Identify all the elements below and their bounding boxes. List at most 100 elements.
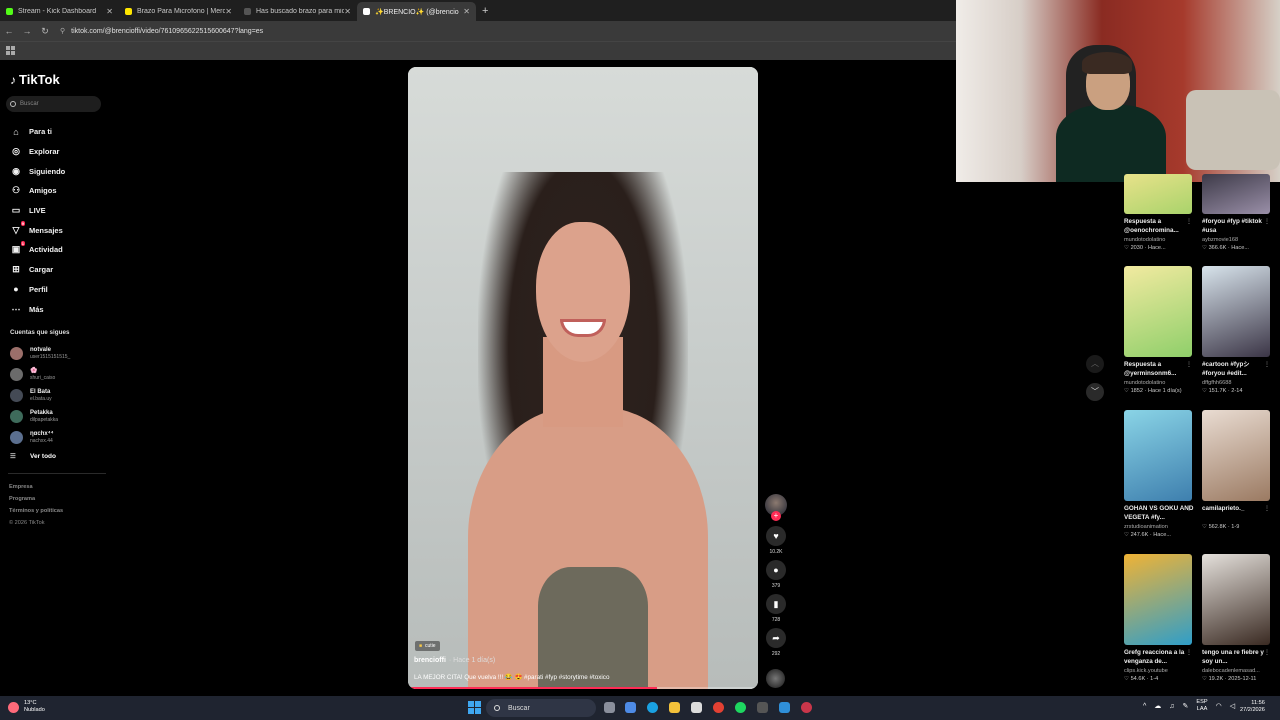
browser-tab[interactable]: Has buscado brazo para microf ✕ bbox=[238, 2, 357, 21]
site-info-icon[interactable]: ⚲ bbox=[60, 27, 65, 35]
nav-item[interactable]: ⊞ Cargar bbox=[10, 260, 65, 280]
following-account[interactable]: El Bata el.bata.uy bbox=[10, 385, 70, 406]
comment-button[interactable]: ● 379 bbox=[764, 560, 788, 591]
nav-label: Perfil bbox=[29, 284, 48, 294]
recommended-video-card[interactable]: #cartoon #fypシ #foryou #edit... dffgfhh66… bbox=[1202, 266, 1272, 394]
video-thumbnail[interactable] bbox=[1124, 174, 1192, 214]
weather-widget[interactable]: 13°C Nublado bbox=[8, 700, 45, 714]
windows-start-icon[interactable] bbox=[468, 701, 481, 714]
video-thumbnail[interactable] bbox=[1202, 174, 1270, 214]
like-button[interactable]: ♥ 10.2K bbox=[764, 526, 788, 557]
video-progress-bar[interactable] bbox=[408, 687, 758, 689]
search-icon bbox=[494, 705, 500, 711]
chevron-up-icon[interactable]: ^ bbox=[1143, 703, 1146, 710]
recommended-video-card[interactable]: GOHAN VS GOKU AND VEGETA #fy... zrstudioa… bbox=[1124, 410, 1194, 538]
footer-link-terminos[interactable]: Términos y políticas bbox=[9, 505, 63, 517]
more-options-icon[interactable]: ⋮ bbox=[1264, 649, 1270, 656]
recommended-video-card[interactable]: camilaprieto._ ♡ 562.8K · 1-9 ⋮ bbox=[1202, 410, 1272, 530]
url-field[interactable]: ⚲ tiktok.com/@brencioffi/video/761096562… bbox=[60, 27, 263, 36]
footer-link-programa[interactable]: Programa bbox=[9, 493, 63, 505]
wifi-icon[interactable]: ◠ bbox=[1216, 702, 1222, 710]
recommended-video-card[interactable]: Respuesta a @yerminsonm6... mundotodolati… bbox=[1124, 266, 1194, 394]
see-all-button[interactable]: ☰ Ver todo bbox=[10, 452, 56, 461]
search-input[interactable]: Buscar bbox=[6, 96, 101, 112]
windows-taskbar: 13°C Nublado Buscar ^ ☁ ♫ ✎ ESP LAA ◠ ◁ … bbox=[0, 696, 1280, 720]
close-icon[interactable]: ✕ bbox=[225, 7, 232, 16]
video-thumbnail[interactable] bbox=[1202, 554, 1270, 645]
file-explorer-icon[interactable] bbox=[669, 702, 680, 713]
recommended-video-card[interactable]: #foryou #fyp #tiktok #usa aybzmovie168 ♡ 3… bbox=[1202, 174, 1272, 251]
reload-icon[interactable]: ↻ bbox=[36, 26, 54, 37]
store-icon[interactable] bbox=[691, 702, 702, 713]
chrome-icon[interactable] bbox=[713, 702, 724, 713]
video-thumbnail[interactable] bbox=[1202, 266, 1270, 357]
more-options-icon[interactable]: ⋮ bbox=[1186, 649, 1192, 656]
music-disc-icon[interactable] bbox=[766, 669, 785, 688]
next-video-button[interactable]: ﹀ bbox=[1086, 383, 1104, 401]
following-account[interactable]: ηαchx⁴⁴ nachxx.44 bbox=[10, 427, 70, 448]
nav-item[interactable]: ▭ LIVE bbox=[10, 201, 65, 221]
pen-icon[interactable]: ✎ bbox=[1183, 702, 1189, 710]
more-options-icon[interactable]: ⋮ bbox=[1264, 505, 1270, 512]
terminal-icon[interactable] bbox=[757, 702, 768, 713]
nav-item[interactable]: ● Perfil bbox=[10, 280, 65, 300]
share-button[interactable]: ➦ 292 bbox=[764, 628, 788, 659]
video-author[interactable]: brencioffi · Hace 1 día(s) bbox=[414, 657, 495, 664]
spotify-icon[interactable] bbox=[735, 702, 746, 713]
browser-tab[interactable]: Stream - Kick Dashboard ✕ bbox=[0, 2, 119, 21]
follow-plus-icon[interactable]: + bbox=[771, 511, 781, 521]
forward-icon[interactable]: → bbox=[18, 26, 36, 36]
author-avatar[interactable]: + bbox=[765, 494, 787, 521]
more-options-icon[interactable]: ⋮ bbox=[1264, 218, 1270, 225]
taskbar-search[interactable]: Buscar bbox=[486, 699, 596, 717]
network-icon[interactable]: ☁ bbox=[1154, 702, 1161, 710]
following-account[interactable]: 🌸 shuri_caiso bbox=[10, 364, 70, 385]
following-account[interactable]: Petakka dilpapetakka bbox=[10, 406, 70, 427]
app-icon[interactable] bbox=[779, 702, 790, 713]
language-indicator[interactable]: ESP LAA bbox=[1196, 699, 1207, 713]
following-title: Cuentas que sigues bbox=[10, 329, 70, 336]
edge-icon[interactable] bbox=[647, 702, 658, 713]
close-icon[interactable]: ✕ bbox=[106, 7, 113, 16]
footer-link-empresa[interactable]: Empresa bbox=[9, 481, 63, 493]
following-account[interactable]: notvale user1515151515_ bbox=[10, 343, 70, 364]
save-button[interactable]: ▮ 728 bbox=[764, 594, 788, 625]
nav-item[interactable]: ⋯ Más bbox=[10, 299, 65, 319]
volume-icon[interactable]: ◁ bbox=[1230, 702, 1235, 710]
more-options-icon[interactable]: ⋮ bbox=[1186, 218, 1192, 225]
close-icon[interactable]: ✕ bbox=[463, 7, 470, 16]
microphone-icon[interactable]: ♫ bbox=[1169, 703, 1174, 710]
close-icon[interactable]: ✕ bbox=[344, 7, 351, 16]
task-view-icon[interactable] bbox=[604, 702, 615, 713]
avatar bbox=[10, 431, 23, 444]
browser-tab[interactable]: Brazo Para Microfono | Mercad ✕ bbox=[119, 2, 238, 21]
account-username: dilpapetakka bbox=[30, 417, 59, 423]
previous-video-button[interactable]: ︿ bbox=[1086, 355, 1104, 373]
video-tag[interactable]: ■ cutie bbox=[415, 641, 440, 651]
nav-item[interactable]: ⌂ Para ti bbox=[10, 122, 65, 142]
copilot-icon[interactable] bbox=[625, 702, 636, 713]
obs-icon[interactable] bbox=[801, 702, 812, 713]
apps-icon[interactable] bbox=[6, 46, 15, 55]
new-tab-button[interactable]: + bbox=[482, 5, 488, 17]
video-player[interactable]: ■ cutie brencioffi · Hace 1 día(s) LA MEJ… bbox=[408, 67, 758, 689]
nav-item[interactable]: ◎ Explorar bbox=[10, 142, 65, 162]
nav-item[interactable]: ▣ 1 Actividad bbox=[10, 240, 65, 260]
video-thumbnail[interactable] bbox=[1124, 266, 1192, 357]
nav-item[interactable]: ⚇ Amigos bbox=[10, 181, 65, 201]
recommended-video-card[interactable]: tengo una re fiebre y soy un... dalebocad… bbox=[1202, 554, 1272, 682]
more-options-icon[interactable]: ⋮ bbox=[1186, 505, 1192, 512]
nav-item[interactable]: ◉ Siguiendo bbox=[10, 161, 65, 181]
browser-tab[interactable]: ✨BRENCIO✨ (@brencio ✕ bbox=[357, 2, 476, 21]
nav-item[interactable]: ▽ 9 Mensajes bbox=[10, 220, 65, 240]
video-thumbnail[interactable] bbox=[1124, 410, 1192, 501]
more-options-icon[interactable]: ⋮ bbox=[1264, 361, 1270, 368]
tiktok-logo[interactable]: ♪ TikTok bbox=[10, 72, 60, 87]
recommended-video-card[interactable]: Respuesta a @oenochromina... mundotodolat… bbox=[1124, 174, 1194, 251]
clock[interactable]: 11:56 27/2/2026 bbox=[1240, 700, 1265, 714]
back-icon[interactable]: ← bbox=[0, 26, 18, 36]
more-options-icon[interactable]: ⋮ bbox=[1186, 361, 1192, 368]
video-thumbnail[interactable] bbox=[1202, 410, 1270, 501]
recommended-video-card[interactable]: Grefg reacciona a la venganza de... clips… bbox=[1124, 554, 1194, 682]
video-thumbnail[interactable] bbox=[1124, 554, 1192, 645]
